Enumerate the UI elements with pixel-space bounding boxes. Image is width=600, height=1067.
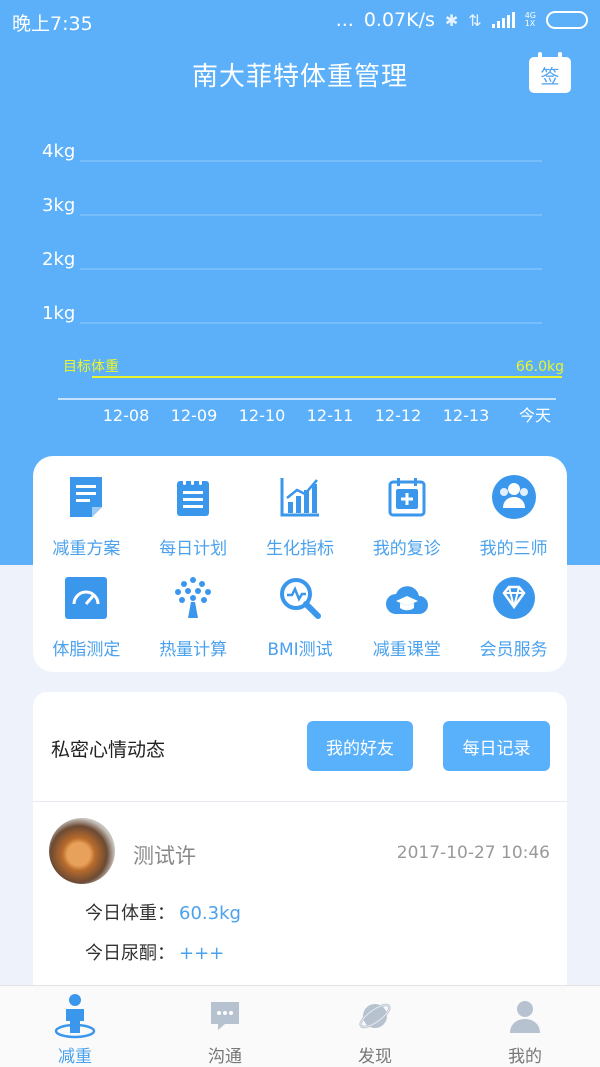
bottom-tab-bar: 减重 沟通 发现 我的 [0,985,600,1067]
today-weight-label: 今日体重： [85,903,175,924]
mood-title: 私密心情动态 [51,739,166,761]
today-ketone-value: +++ [179,943,225,964]
menu-item[interactable]: 生化指标 [247,464,354,565]
tree-dots-icon [170,575,216,621]
tab-label: 我的 [508,1047,542,1067]
status-bar: 晚上7:35 ... 0.07K/s ✱ ⇅ 4G 1X [0,0,600,42]
menu-item-label: 会员服务 [479,640,548,660]
x-tick-label: 12-11 [307,406,354,425]
menu-item[interactable]: BMI测试 [247,565,354,666]
cloud-graduation-icon [384,575,430,621]
chat-icon [202,994,248,1038]
my-friends-button[interactable]: 我的好友 [307,721,413,771]
menu-item[interactable]: 热量计算 [140,565,247,666]
bar-chart-icon [277,474,323,520]
tab-item[interactable]: 我的 [450,986,600,1067]
tab-item[interactable]: 沟通 [150,986,300,1067]
tab-item[interactable]: 减重 [0,986,150,1067]
today-weight-value: 60.3kg [179,903,241,924]
bluetooth-icon: ✱ [444,10,459,30]
menu-item[interactable]: 体脂测定 [33,565,140,666]
menu-item-label: 每日计划 [159,539,228,559]
signal-icon [491,12,515,28]
weight-chart-svg: 4kg 3kg 2kg 1kg 目标体重 66.0kg 12-08 12-09 12-10 12-… [42,141,564,425]
today-weight: 今日体重： 60.3kg [85,899,241,925]
network-type-bottom: 1X [524,19,536,28]
menu-item-label: 我的复诊 [372,539,441,559]
medical-calendar-icon [384,474,430,520]
y-tick-label: 3kg [42,195,75,216]
menu-item[interactable]: 减重课堂 [353,565,460,666]
status-icons: ... 0.07K/s ✱ ⇅ 4G 1X [336,9,588,31]
menu-item[interactable]: 会员服务 [460,565,567,666]
x-tick-label: 12-13 [443,406,490,425]
tab-label: 减重 [58,1047,92,1067]
status-dots: ... [335,9,354,31]
menu-item[interactable]: 我的三师 [460,464,567,565]
avatar[interactable] [49,818,115,884]
x-tick-label: 12-08 [103,406,150,425]
x-tick-label: 12-09 [171,406,218,425]
tab-label: 发现 [358,1047,392,1067]
menu-item[interactable]: 我的复诊 [353,464,460,565]
post-timestamp: 2017-10-27 10:46 [396,843,550,863]
network-speed: 0.07K/s [363,9,435,31]
notepad-icon [170,474,216,520]
y-tick-label: 4kg [42,141,75,162]
sign-in-button[interactable]: 签 [529,52,571,93]
target-weight-label: 目标体重 [63,359,119,375]
menu-item-label: 减重课堂 [372,640,441,660]
network-type: 4G 1X [525,12,536,28]
post-username[interactable]: 测试许 [133,840,196,870]
x-tick-label: 12-10 [239,406,286,425]
menu-item[interactable]: 减重方案 [33,464,140,565]
target-weight-value: 66.0kg [516,359,564,375]
daily-record-button[interactable]: 每日记录 [443,721,550,771]
status-time: 晚上7:35 [12,13,93,35]
battery-icon [546,11,588,29]
x-tick-label: 12-12 [375,406,422,425]
document-icon [63,474,109,520]
weight-chart: 4kg 3kg 2kg 1kg 目标体重 66.0kg 12-08 12-09 12-10 12-… [0,120,600,440]
magnifier-pulse-icon [277,575,323,621]
menu-item-label: 减重方案 [52,539,121,559]
menu-item-label: 我的三师 [479,539,548,559]
feature-menu: 减重方案 每日计划 生化指标 我的复诊 我的三师体脂测定 热量计算 BMI测试 减重课堂 会员服… [33,456,567,672]
y-tick-label: 2kg [42,249,75,270]
menu-item-label: 热量计算 [159,640,228,660]
mood-post[interactable]: 测试许 2017-10-27 10:46 今日体重： 60.3kg 今日尿酮： ++… [33,802,567,992]
tab-item[interactable]: 发现 [300,986,450,1067]
menu-item-label: BMI测试 [267,640,333,660]
team-icon [491,474,537,520]
y-tick-label: 1kg [42,303,75,324]
menu-item[interactable]: 每日计划 [140,464,247,565]
mood-card: 私密心情动态 我的好友 每日记录 测试许 2017-10-27 10:46 今日… [33,692,567,992]
menu-item-label: 生化指标 [265,539,334,559]
tab-label: 沟通 [208,1047,242,1067]
mood-header: 私密心情动态 我的好友 每日记录 [33,692,567,802]
page-title: 南大菲特体重管理 [191,62,408,92]
user-icon [502,994,548,1038]
person-scale-icon [52,994,98,1039]
diamond-icon [491,575,537,621]
gauge-icon [63,575,109,621]
data-transfer-icon: ⇅ [468,10,482,30]
planet-icon [352,994,398,1038]
today-ketone-label: 今日尿酮： [85,943,175,964]
menu-item-label: 体脂测定 [52,640,121,660]
x-tick-label: 今天 [519,406,551,425]
today-ketone: 今日尿酮： +++ [85,939,224,965]
